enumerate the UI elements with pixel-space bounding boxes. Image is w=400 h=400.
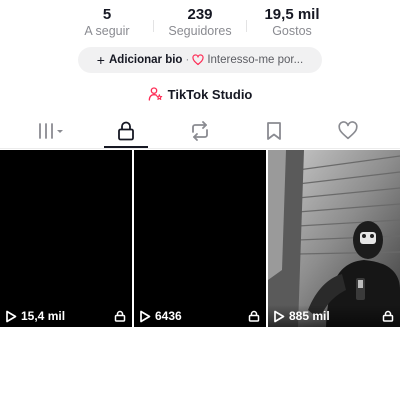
bio-separator: · bbox=[185, 54, 190, 66]
add-bio-label: Adicionar bio bbox=[108, 54, 183, 66]
private-lock-icon bbox=[114, 310, 126, 322]
private-lock-icon bbox=[248, 310, 260, 322]
add-bio-button[interactable]: + Adicionar bio bbox=[97, 53, 183, 67]
video-views-count: 885 mil bbox=[289, 309, 330, 323]
tab-favorites[interactable] bbox=[249, 114, 299, 148]
stat-likes[interactable]: 19,5 mil Gostos bbox=[237, 6, 347, 39]
tab-videos[interactable] bbox=[26, 114, 76, 148]
video-views: 6436 bbox=[139, 309, 182, 323]
interests-button[interactable]: Interesso-me por... bbox=[192, 54, 303, 66]
video-views-count: 15,4 mil bbox=[21, 309, 66, 323]
profile-tabs bbox=[0, 114, 400, 150]
plus-icon: + bbox=[96, 52, 105, 68]
tabs-divider bbox=[0, 148, 400, 149]
lock-icon bbox=[118, 121, 134, 141]
bookmark-icon bbox=[267, 122, 281, 140]
tiktok-studio-link[interactable]: TikTok Studio bbox=[0, 84, 400, 104]
play-icon bbox=[6, 310, 17, 322]
tab-private[interactable] bbox=[101, 114, 151, 148]
stat-likes-label: Gostos bbox=[272, 24, 312, 38]
repost-icon bbox=[192, 121, 208, 141]
heart-icon bbox=[338, 121, 358, 140]
video-tile[interactable]: 15,4 mil bbox=[0, 150, 132, 327]
tiktok-studio-label: TikTok Studio bbox=[167, 86, 253, 102]
grid-icon bbox=[39, 123, 63, 139]
video-grid: 15,4 mil 6436 885 mil bbox=[0, 150, 400, 327]
tab-reposts[interactable] bbox=[175, 114, 225, 148]
private-lock-icon bbox=[382, 310, 394, 322]
studio-person-icon bbox=[148, 87, 162, 101]
video-tile[interactable]: 885 mil bbox=[268, 150, 400, 327]
play-icon bbox=[140, 310, 151, 322]
heart-outline-icon bbox=[192, 54, 204, 66]
video-views-count: 6436 bbox=[155, 309, 182, 323]
video-thumbnail bbox=[268, 150, 400, 327]
video-tile[interactable]: 6436 bbox=[134, 150, 266, 327]
video-views: 885 mil bbox=[273, 309, 330, 323]
profile-stats: 5 A seguir 239 Seguidores 19,5 mil Gosto… bbox=[0, 6, 400, 40]
tab-liked[interactable] bbox=[323, 114, 373, 148]
bio-pill: + Adicionar bio · Interesso-me por... bbox=[78, 47, 322, 73]
play-icon bbox=[274, 310, 285, 322]
video-views: 15,4 mil bbox=[5, 309, 65, 323]
interests-label: Interesso-me por... bbox=[207, 54, 304, 66]
stat-likes-count: 19,5 mil bbox=[264, 6, 320, 23]
